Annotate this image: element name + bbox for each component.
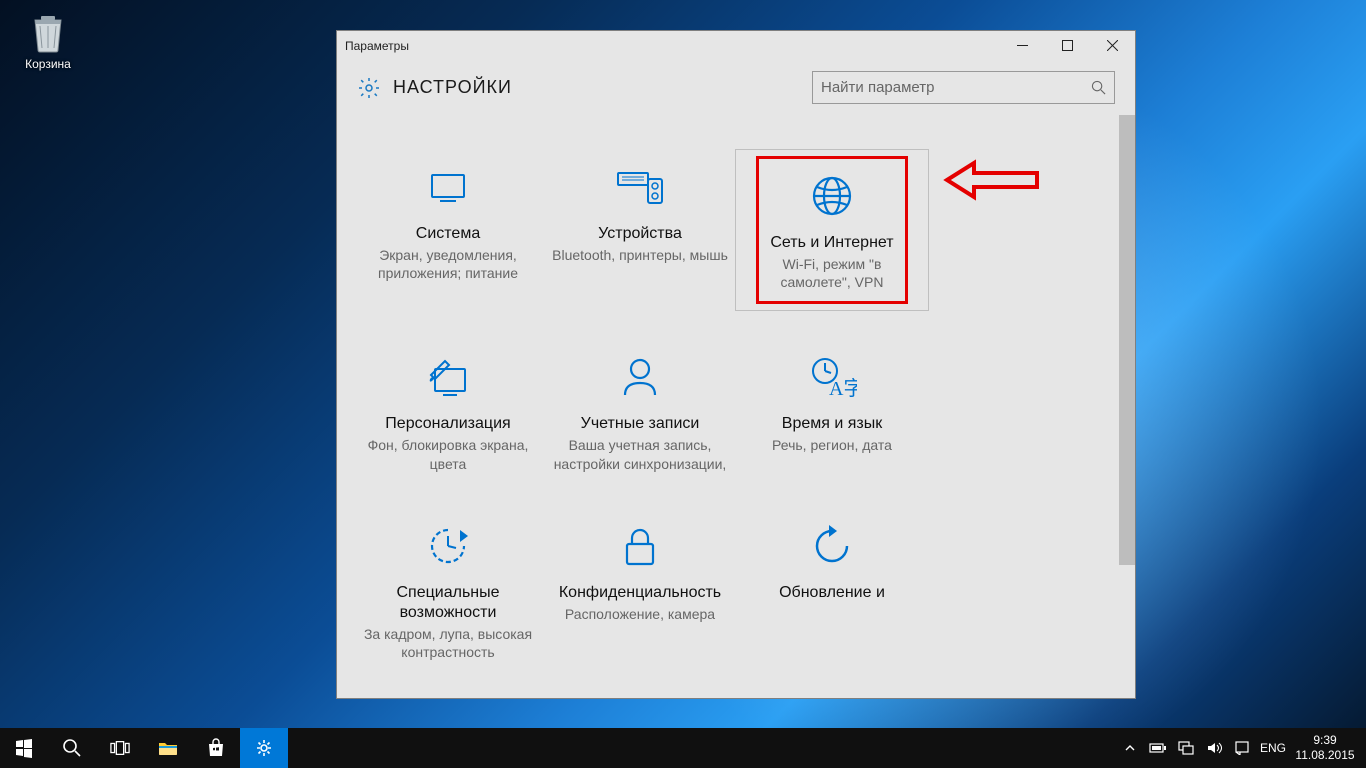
header: НАСТРОЙКИ Найти параметр [337, 60, 1135, 115]
store-button[interactable] [192, 728, 240, 768]
svg-text:A字: A字 [829, 377, 857, 400]
chevron-up-icon [1124, 742, 1136, 754]
search-button[interactable] [48, 728, 96, 768]
tiles-grid: Система Экран, уведомления, приложения; … [337, 115, 1119, 697]
tile-label: Обновление и [740, 583, 924, 603]
tile-desc: Фон, блокировка экрана, цвета [356, 436, 540, 472]
tile-accessibility[interactable]: Специальные возможности За кадром, лупа,… [352, 509, 544, 667]
tile-label: Устройства [548, 224, 732, 244]
tile-personalization[interactable]: Персонализация Фон, блокировка экрана, ц… [352, 340, 544, 478]
tile-privacy[interactable]: Конфиденциальность Расположение, камера [544, 509, 736, 667]
minimize-button[interactable] [1000, 31, 1045, 60]
windows-icon [14, 738, 34, 758]
gear-icon [254, 738, 274, 758]
battery-icon [1149, 742, 1167, 754]
network-tray-icon [1178, 741, 1194, 755]
accounts-icon [548, 346, 732, 408]
tile-label: Специальные возможности [356, 583, 540, 623]
taskview-button[interactable] [96, 728, 144, 768]
tile-network[interactable]: Сеть и Интернет Wi-Fi, режим "в самолете… [736, 150, 928, 310]
store-icon [206, 738, 226, 758]
tile-desc: Экран, уведомления, приложения; питание [356, 246, 540, 282]
recycle-bin-icon [28, 10, 68, 54]
system-icon [356, 156, 540, 218]
devices-icon [548, 156, 732, 218]
tile-update[interactable]: Обновление и [736, 509, 928, 667]
tile-label: Учетные записи [548, 414, 732, 434]
tile-label: Время и язык [740, 414, 924, 434]
tile-desc: Расположение, камера [548, 605, 732, 623]
recycle-bin[interactable]: Корзина [8, 10, 88, 71]
tray-chevron[interactable] [1116, 742, 1144, 754]
titlebar: Параметры [337, 31, 1135, 60]
search-icon [62, 738, 82, 758]
tray-battery[interactable] [1144, 742, 1172, 754]
volume-icon [1206, 741, 1222, 755]
settings-taskbar-button[interactable] [240, 728, 288, 768]
tray-notifications[interactable] [1228, 741, 1256, 755]
tile-time-language[interactable]: A字 Время и язык Речь, регион, дата [736, 340, 928, 478]
scrollbar[interactable] [1119, 115, 1135, 698]
tile-system[interactable]: Система Экран, уведомления, приложения; … [352, 150, 544, 310]
clock-date: 11.08.2015 [1292, 748, 1358, 763]
page-title: НАСТРОЙКИ [393, 77, 812, 98]
network-icon [763, 165, 901, 227]
tile-devices[interactable]: Устройства Bluetooth, принтеры, мышь [544, 150, 736, 310]
search-icon [1091, 80, 1106, 95]
tile-desc: Bluetooth, принтеры, мышь [548, 246, 732, 264]
scrollbar-thumb[interactable] [1119, 115, 1135, 565]
tile-label: Сеть и Интернет [763, 233, 901, 253]
search-placeholder: Найти параметр [821, 79, 1091, 96]
update-icon [740, 515, 924, 577]
tile-desc: За кадром, лупа, высокая контрастность [356, 625, 540, 661]
recycle-bin-label: Корзина [8, 57, 88, 71]
tray-language[interactable]: ENG [1256, 741, 1290, 755]
tile-desc: Wi-Fi, режим "в самолете", VPN [763, 255, 901, 291]
start-button[interactable] [0, 728, 48, 768]
notifications-icon [1235, 741, 1249, 755]
tray-volume[interactable] [1200, 741, 1228, 755]
clock-time: 9:39 [1292, 733, 1358, 748]
personalization-icon [356, 346, 540, 408]
gear-icon [357, 76, 381, 100]
taskview-icon [110, 738, 130, 758]
tile-label: Система [356, 224, 540, 244]
maximize-button[interactable] [1045, 31, 1090, 60]
taskbar: ENG 9:39 11.08.2015 [0, 728, 1366, 768]
settings-body: Система Экран, уведомления, приложения; … [337, 115, 1135, 698]
tray-clock[interactable]: 9:39 11.08.2015 [1290, 729, 1360, 767]
explorer-button[interactable] [144, 728, 192, 768]
tile-label: Персонализация [356, 414, 540, 434]
close-button[interactable] [1090, 31, 1135, 60]
tile-label: Конфиденциальность [548, 583, 732, 603]
tile-desc: Речь, регион, дата [740, 436, 924, 454]
accessibility-icon [356, 515, 540, 577]
privacy-icon [548, 515, 732, 577]
search-input[interactable]: Найти параметр [812, 71, 1115, 104]
system-tray: ENG 9:39 11.08.2015 [1116, 728, 1366, 768]
tile-accounts[interactable]: Учетные записи Ваша учетная запись, наст… [544, 340, 736, 478]
settings-window: Параметры НАСТРОЙКИ Найти параметр [336, 30, 1136, 699]
time-language-icon: A字 [740, 346, 924, 408]
tile-desc: Ваша учетная запись, настройки синхрониз… [548, 436, 732, 472]
window-caption: Параметры [337, 39, 1000, 53]
desktop: Корзина Параметры НАСТРОЙКИ Найти параме… [0, 0, 1366, 768]
tray-network[interactable] [1172, 741, 1200, 755]
folder-icon [158, 738, 178, 758]
